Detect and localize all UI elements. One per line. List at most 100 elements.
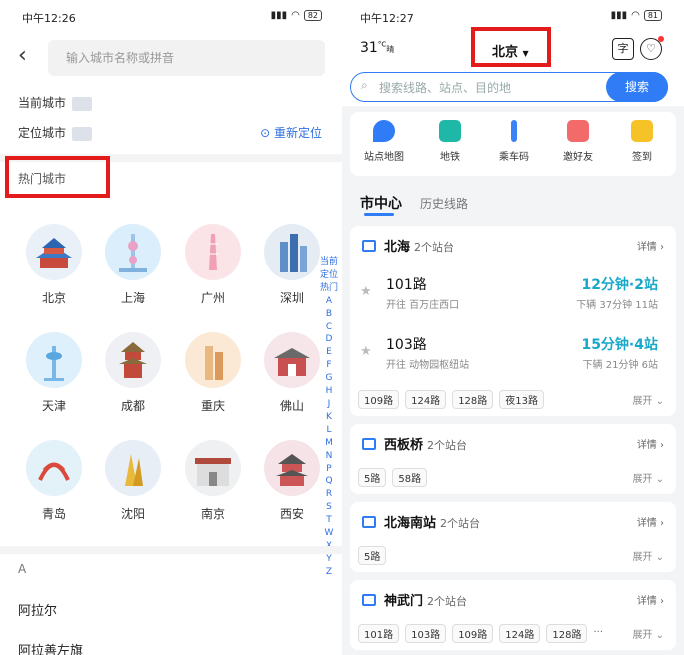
hot-city-tianjin[interactable]: 天津 xyxy=(21,332,87,414)
bus-home-screen: 中午12:27 ▮▮▮ ◠ 81 31°C晴 北京 ▼ 字 ♡ ⌕ 搜索线路、站… xyxy=(342,0,684,655)
hot-city-beijing[interactable]: 北京 xyxy=(21,224,87,306)
expand-button[interactable]: 展开 ⌄ xyxy=(632,548,664,563)
index-item[interactable]: M xyxy=(318,437,340,450)
screenshot-root: 中午12:26 ▮▮▮ ◠ 82 ‹ 输入城市名称或拼音 当前城市 定位城市 ⊙… xyxy=(0,0,684,655)
scan-code-icon[interactable]: 字 xyxy=(612,38,634,60)
station-card[interactable]: 神武门 2个站台 详情 › 101路 103路 109路 124路 128路 ..… xyxy=(350,580,676,650)
relocate-button[interactable]: ⊙ 重新定位 xyxy=(260,124,322,141)
index-item[interactable]: J xyxy=(318,398,340,411)
city-list-item[interactable]: 阿拉善左旗 xyxy=(18,640,83,655)
hot-city-nanjing[interactable]: 南京 xyxy=(180,440,246,522)
alphabet-index[interactable]: 当前 定位 热门 A B C D E F G H J K L M N P Q R… xyxy=(318,256,340,579)
hot-city-shanghai[interactable]: 上海 xyxy=(100,224,166,306)
bus-stop-icon xyxy=(362,515,376,528)
detail-link[interactable]: 详情 › xyxy=(637,436,664,451)
quick-checkin[interactable]: 签到 xyxy=(612,120,672,163)
hot-city-chongqing[interactable]: 重庆 xyxy=(180,332,246,414)
status-bar: 中午12:26 ▮▮▮ ◠ 82 xyxy=(22,10,322,26)
station-name: 西板桥 xyxy=(384,438,424,453)
index-item[interactable]: Z xyxy=(318,566,340,579)
tab-city-center[interactable]: 市中心 xyxy=(360,193,402,213)
index-item[interactable]: D xyxy=(318,333,340,346)
route-direction: 开往 动物园枢纽站 xyxy=(386,360,470,371)
route-tag[interactable]: 124路 xyxy=(499,624,541,643)
expand-button[interactable]: 展开 ⌄ xyxy=(632,392,664,407)
city-name: 深圳 xyxy=(279,291,304,305)
route-tag[interactable]: 109路 xyxy=(358,390,400,409)
city-search-input[interactable]: 输入城市名称或拼音 xyxy=(48,40,325,76)
station-card[interactable]: 西板桥 2个站台 详情 › 5路 58路 展开 ⌄ xyxy=(350,424,676,494)
index-item[interactable]: S xyxy=(318,501,340,514)
index-item[interactable]: E xyxy=(318,346,340,359)
quick-ride-code[interactable]: 乘车码 xyxy=(484,120,544,163)
divider xyxy=(0,546,342,554)
route-search[interactable]: ⌕ 搜索线路、站点、目的地 搜索 xyxy=(350,71,668,102)
index-item[interactable]: W xyxy=(318,527,340,540)
hot-city-shenzhen[interactable]: 深圳 xyxy=(259,224,325,306)
route-tag[interactable]: 58路 xyxy=(392,468,428,487)
quick-invite[interactable]: 邀好友 xyxy=(548,120,608,163)
route-row[interactable]: ★ 101路 开往 百万庄西口 12分钟·2站 下辆 37分钟 11站 xyxy=(350,270,676,320)
city-list-item[interactable]: 阿拉尔 xyxy=(18,600,57,619)
index-item[interactable]: 定位 xyxy=(318,269,340,282)
route-tag[interactable]: 128路 xyxy=(546,624,588,643)
route-tag[interactable]: 109路 xyxy=(452,624,494,643)
index-item[interactable]: H xyxy=(318,385,340,398)
tower-icon xyxy=(264,440,320,496)
index-item[interactable]: Q xyxy=(318,475,340,488)
search-button[interactable]: 搜索 xyxy=(606,71,668,102)
route-row[interactable]: ★ 103路 开往 动物园枢纽站 15分钟·4站 下辆 21分钟 6站 xyxy=(350,330,676,380)
expand-button[interactable]: 展开 ⌄ xyxy=(632,626,664,641)
detail-link[interactable]: 详情 › xyxy=(637,592,664,607)
route-tag[interactable]: 5路 xyxy=(358,468,387,487)
hot-city-qingdao[interactable]: 青岛 xyxy=(21,440,87,522)
search-input[interactable]: 搜索线路、站点、目的地 xyxy=(379,79,511,96)
index-item[interactable]: Y xyxy=(318,553,340,566)
route-tag[interactable]: 101路 xyxy=(358,624,400,643)
route-tag[interactable]: 124路 xyxy=(405,390,447,409)
bus-stop-icon xyxy=(362,239,376,252)
index-item[interactable]: N xyxy=(318,450,340,463)
detail-link[interactable]: 详情 › xyxy=(637,514,664,529)
route-tag[interactable]: 夜13路 xyxy=(499,390,545,409)
tower-icon xyxy=(105,224,161,280)
expand-button[interactable]: 展开 ⌄ xyxy=(632,470,664,485)
station-header: 北海 2个站台 xyxy=(362,236,454,255)
index-item[interactable]: K xyxy=(318,411,340,424)
city-name: 青岛 xyxy=(41,507,66,521)
index-item[interactable]: 当前 xyxy=(318,256,340,269)
signal-icon: ▮▮▮ xyxy=(270,10,288,21)
index-item[interactable]: C xyxy=(318,321,340,334)
index-item[interactable]: A xyxy=(318,295,340,308)
index-item[interactable]: L xyxy=(318,424,340,437)
back-arrow-icon[interactable]: ‹ xyxy=(18,44,38,68)
quick-station-map[interactable]: 站点地图 xyxy=(354,120,414,163)
hot-city-xian[interactable]: 西安 xyxy=(259,440,325,522)
current-city-label: 当前城市 xyxy=(18,96,67,110)
calendar-check-icon xyxy=(631,120,653,142)
tab-history[interactable]: 历史线路 xyxy=(420,195,468,212)
hot-city-shenyang[interactable]: 沈阳 xyxy=(100,440,166,522)
index-item[interactable]: B xyxy=(318,308,340,321)
index-item[interactable]: R xyxy=(318,488,340,501)
star-icon[interactable]: ★ xyxy=(360,344,372,359)
hot-city-foshan[interactable]: 佛山 xyxy=(259,332,325,414)
quick-subway[interactable]: 地铁 xyxy=(420,120,480,163)
station-card[interactable]: 北海 2个站台 详情 › ★ 101路 开往 百万庄西口 12分钟·2站 下辆 3… xyxy=(350,226,676,416)
hot-city-guangzhou[interactable]: 广州 xyxy=(180,224,246,306)
station-card[interactable]: 北海南站 2个站台 详情 › 5路 展开 ⌄ xyxy=(350,502,676,572)
wifi-icon: ◠ xyxy=(631,10,640,21)
route-tags: 5路 xyxy=(358,546,387,565)
route-tag[interactable]: 128路 xyxy=(452,390,494,409)
route-tags: 5路 58路 xyxy=(358,468,428,487)
detail-link[interactable]: 详情 › xyxy=(637,238,664,253)
index-item[interactable]: T xyxy=(318,514,340,527)
star-icon[interactable]: ★ xyxy=(360,284,372,299)
index-item[interactable]: P xyxy=(318,463,340,476)
route-tag[interactable]: 103路 xyxy=(405,624,447,643)
route-tag[interactable]: 5路 xyxy=(358,546,387,565)
hot-city-chengdu[interactable]: 成都 xyxy=(100,332,166,414)
index-item[interactable]: G xyxy=(318,372,340,385)
index-item[interactable]: F xyxy=(318,359,340,372)
index-item[interactable]: 热门 xyxy=(318,282,340,295)
